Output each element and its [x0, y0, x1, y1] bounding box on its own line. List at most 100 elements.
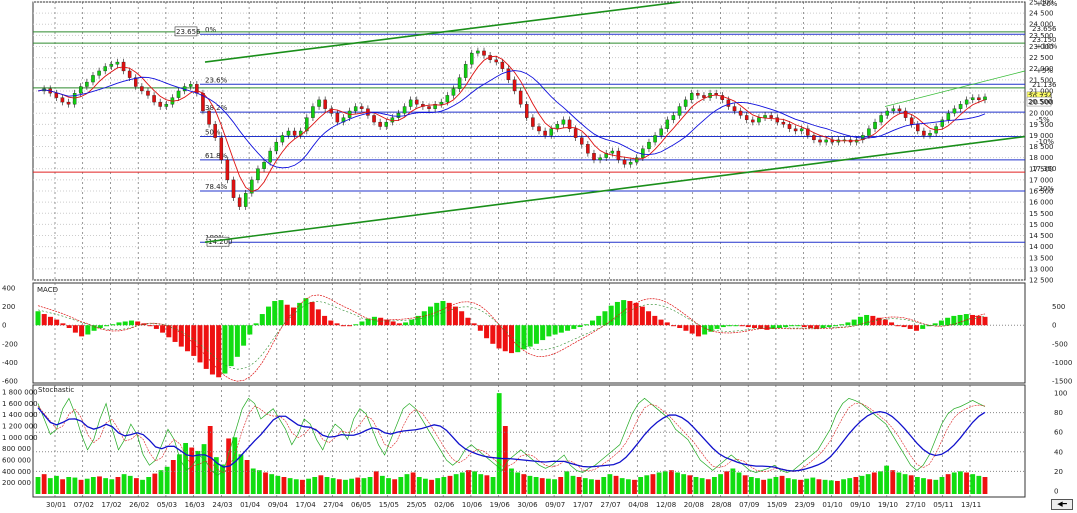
- macd-panel: MACD: [33, 286, 1025, 382]
- macd-bar: [259, 314, 265, 326]
- candle-body: [506, 68, 511, 80]
- volume-bar: [810, 477, 816, 494]
- stoch-right-tick: 20: [1054, 468, 1063, 476]
- price-tick-label: 15 500: [1029, 210, 1054, 218]
- volume-bar: [545, 478, 551, 494]
- volume-bar: [564, 471, 570, 494]
- candle-body: [494, 59, 498, 63]
- candle-body: [946, 113, 951, 121]
- volume-bar: [232, 437, 238, 494]
- candle-body: [903, 110, 908, 118]
- price-tick-label: 23 500: [1029, 32, 1054, 40]
- candle-body: [696, 93, 700, 96]
- panel-frame: [32, 1, 1026, 281]
- candle-body: [818, 139, 822, 143]
- candle-body: [867, 128, 871, 136]
- volume-left-tick: 600 000: [2, 457, 31, 465]
- volume-bar: [392, 479, 398, 494]
- macd-bar: [920, 325, 926, 329]
- volume-bar: [755, 478, 760, 494]
- candle-body: [451, 88, 456, 96]
- volume-bar: [699, 478, 705, 494]
- volume-bar: [263, 472, 268, 494]
- macd-bar: [895, 325, 901, 327]
- candle-body: [292, 130, 297, 136]
- volume-bar: [423, 478, 428, 494]
- date-tick-label: 04/08: [628, 501, 648, 509]
- volume-left-tick: 1 600 000: [2, 400, 38, 408]
- volume-bar: [66, 477, 72, 494]
- price-tick-label: 19 500: [1029, 121, 1054, 129]
- candle-body: [439, 101, 443, 105]
- macd-bar: [970, 314, 976, 326]
- volume-bar: [902, 474, 908, 494]
- candle-body: [262, 161, 266, 169]
- volume-bar: [496, 393, 502, 494]
- macd-bar: [209, 325, 215, 375]
- date-tick-label: 12/08: [656, 501, 676, 509]
- macd-bar: [814, 325, 820, 329]
- macd-bar: [334, 323, 340, 326]
- volume-bar: [865, 474, 871, 494]
- candle-body: [555, 124, 560, 129]
- volume-bar: [515, 472, 521, 494]
- candle-body: [610, 150, 615, 154]
- macd-bar: [66, 325, 72, 328]
- volume-bar: [502, 426, 508, 494]
- price-tick-label: 20 000: [1029, 110, 1054, 118]
- volume-bar: [964, 472, 969, 494]
- volume-bar: [90, 477, 96, 494]
- candle-body: [353, 106, 358, 112]
- macd-bar: [110, 324, 116, 326]
- volume-bar: [410, 472, 416, 494]
- price-tick-label: 23 000: [1029, 43, 1054, 51]
- macd-bar: [540, 325, 546, 341]
- candle-body: [598, 157, 602, 161]
- candle-body: [402, 106, 407, 114]
- macd-right-tick: 500: [1052, 303, 1065, 311]
- candle-body: [335, 113, 340, 123]
- chart-svg: 0%23.6%38.2%50%61.8%78.4%100%23.65623.15…: [2, 0, 1072, 509]
- date-tick-label: 17/07: [573, 501, 593, 509]
- candle-body: [977, 97, 981, 101]
- macd-bar: [652, 315, 658, 326]
- macd-bar: [241, 325, 247, 346]
- volume-bar: [539, 478, 545, 494]
- candle-body: [237, 197, 242, 207]
- date-tick-label: 07/02: [74, 501, 94, 509]
- price-tick-label: 21 500: [1029, 76, 1054, 84]
- candle-body: [152, 95, 156, 103]
- volume-bar: [896, 472, 902, 494]
- volume-bar: [306, 478, 311, 494]
- volume-bar: [343, 479, 348, 494]
- gridlines: [33, 1, 1025, 497]
- date-tick-label: 09/04: [268, 501, 289, 509]
- candle-body: [164, 104, 169, 107]
- candle-body: [476, 50, 480, 54]
- volume-bar: [804, 478, 810, 494]
- candle-body: [85, 81, 89, 87]
- candle-body: [781, 121, 786, 125]
- candle-body: [891, 108, 896, 112]
- price-tick-label: 13 500: [1029, 254, 1054, 262]
- macd-bar: [646, 311, 652, 326]
- volume-left-tick: 800 000: [2, 445, 31, 453]
- date-tick-label: 09/10: [850, 501, 870, 509]
- price-tick-label: 25 000: [1029, 0, 1054, 7]
- macd-bar: [390, 321, 396, 326]
- scroll-left-button[interactable]: ◀━: [1051, 499, 1073, 510]
- volume-bar: [404, 474, 410, 494]
- macd-right-tick: -1500: [1052, 378, 1072, 386]
- macd-bar: [851, 319, 857, 326]
- volume-bar: [970, 474, 976, 494]
- candle-body: [622, 159, 627, 165]
- volume-bar: [533, 477, 539, 494]
- price-tick-label: 16 000: [1029, 199, 1054, 207]
- candle-body: [512, 79, 517, 92]
- volume-bar: [976, 475, 982, 494]
- volume-bar: [103, 478, 109, 494]
- price-tick-label: 20 500: [1029, 99, 1054, 107]
- macd-bar: [745, 325, 751, 328]
- macd-bar: [720, 325, 726, 328]
- date-tick-label: 27/07: [601, 501, 621, 509]
